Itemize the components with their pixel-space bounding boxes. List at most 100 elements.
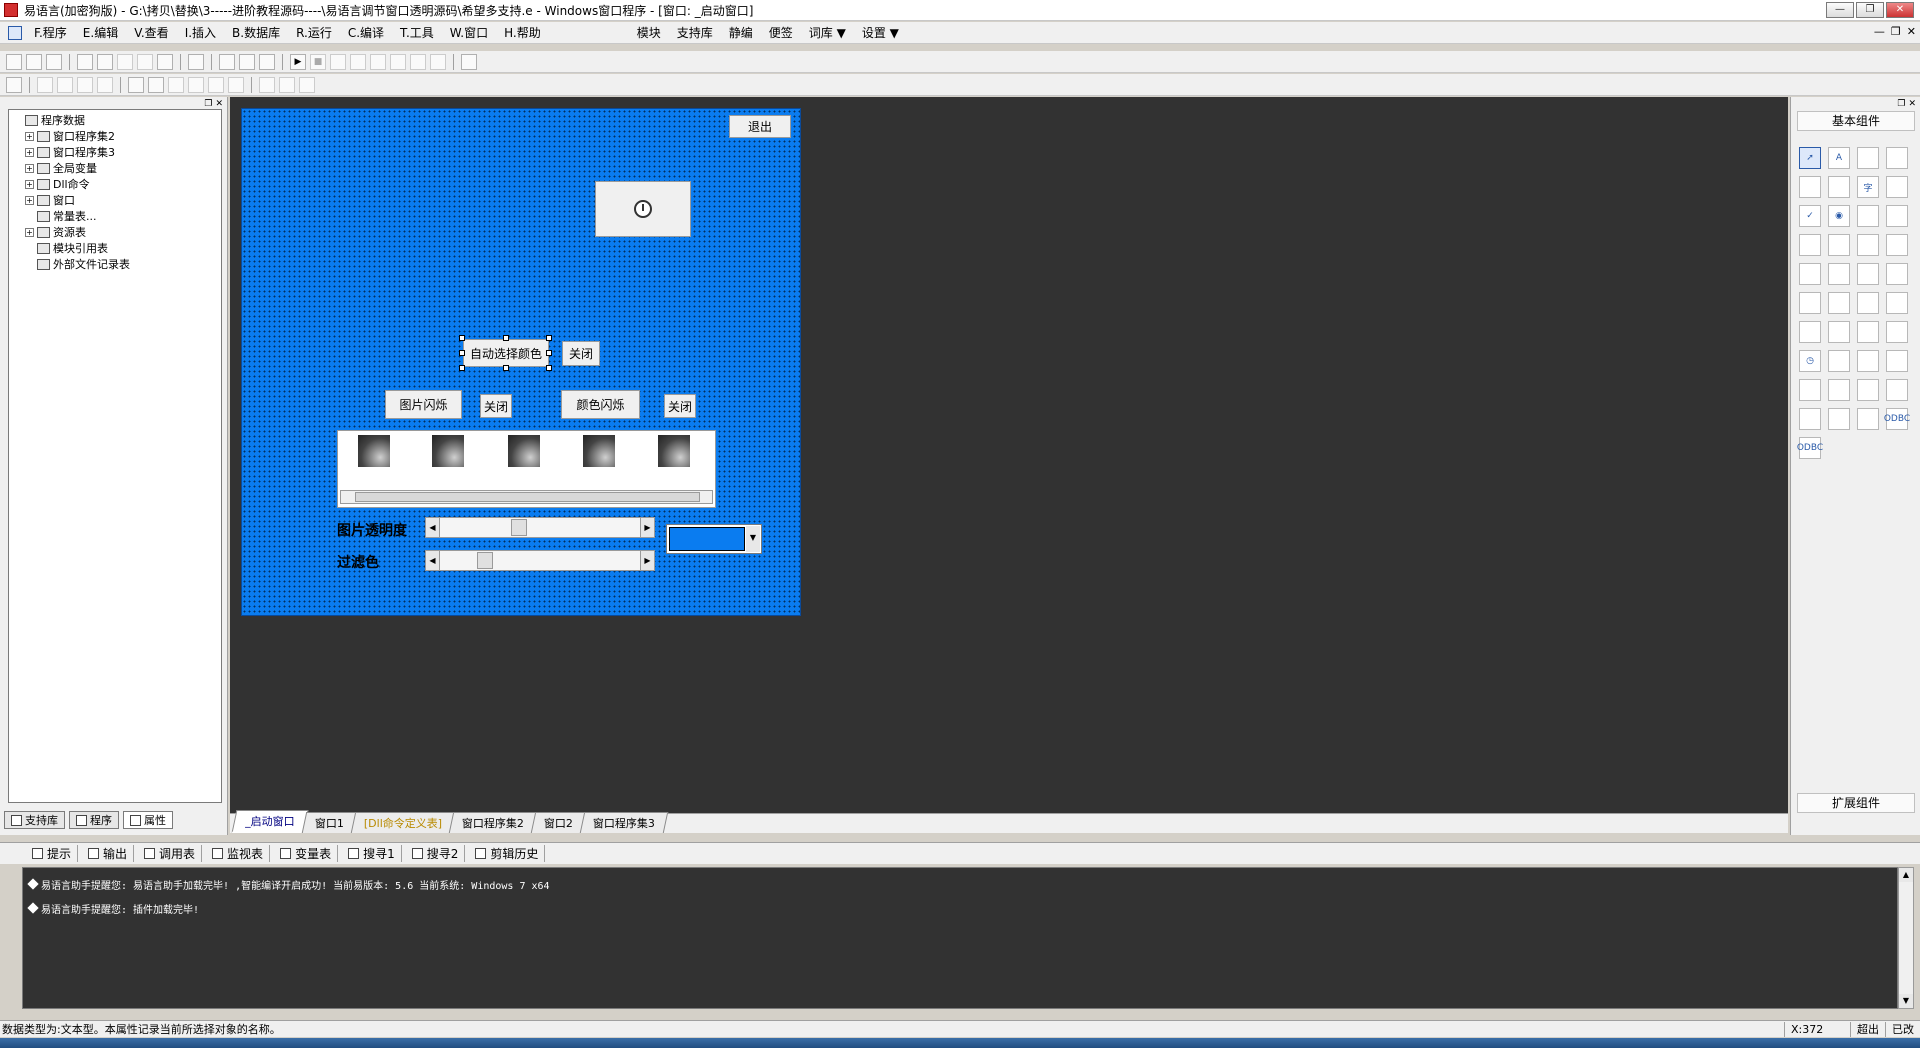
data-report-icon[interactable] (1857, 350, 1879, 372)
align-bottom-icon[interactable] (97, 76, 113, 93)
tab-variables[interactable]: 变量表 (274, 845, 339, 862)
save-icon[interactable] (46, 53, 62, 70)
image-thumbnail[interactable] (658, 435, 690, 467)
scrollbar-thumb[interactable] (355, 492, 700, 502)
window-form-designer[interactable]: 退出 自动选择颜色 关闭 图片闪烁 关闭 颜色闪烁 关闭 图片透明度 ◀ ▶ ▼… (241, 108, 801, 616)
adjuster-icon[interactable] (1857, 321, 1879, 343)
menu-static-compile[interactable]: 静编 (721, 24, 761, 41)
step-into-icon[interactable] (330, 53, 346, 70)
filter-color-slider[interactable]: ◀ ▶ (425, 550, 655, 571)
close-button-2[interactable]: 关闭 (480, 394, 512, 418)
tab-search1[interactable]: 搜寻1 (342, 845, 402, 862)
stop-icon[interactable]: ■ (310, 53, 326, 70)
color-picker-icon[interactable] (1799, 321, 1821, 343)
auto-select-color-button[interactable]: 自动选择颜色 (463, 339, 549, 367)
folder-box-icon[interactable] (1857, 292, 1879, 314)
pointer-icon[interactable]: ➚ (1799, 147, 1821, 169)
slider-right-arrow-icon[interactable]: ▶ (640, 518, 654, 537)
step-out-icon[interactable] (370, 53, 386, 70)
run-to-cursor-icon[interactable] (390, 53, 406, 70)
combo-box-icon[interactable] (1886, 205, 1908, 227)
tab-window-assembly2[interactable]: 窗口程序集2 (448, 812, 537, 833)
tab-call-stack[interactable]: 调用表 (138, 845, 203, 862)
layout-bottom-icon[interactable] (239, 53, 255, 70)
tab-start-window[interactable]: _启动窗口 (231, 810, 308, 833)
general-dialog-icon[interactable] (1886, 321, 1908, 343)
tab-window1[interactable]: 窗口1 (301, 812, 357, 833)
tree-item[interactable]: 模块引用表 (13, 240, 217, 256)
tab-search2[interactable]: 搜寻2 (406, 845, 466, 862)
cut-icon[interactable] (77, 53, 93, 70)
slider-left-arrow-icon[interactable]: ◀ (426, 518, 440, 537)
chevron-down-icon[interactable]: ▼ (746, 526, 760, 552)
selection-handle[interactable] (503, 335, 509, 341)
frame-icon[interactable] (1828, 263, 1850, 285)
tab-properties[interactable]: 属性 (123, 811, 173, 829)
serial-port-icon[interactable] (1857, 379, 1879, 401)
filter-slider-knob[interactable] (477, 552, 493, 569)
expand-icon[interactable]: + (25, 147, 34, 157)
socket-icon[interactable] (1886, 350, 1908, 372)
menu-module[interactable]: 模块 (629, 24, 669, 41)
layout-right-icon[interactable] (259, 53, 275, 70)
tab-output[interactable]: 输出 (82, 845, 135, 862)
panel-restore-icon[interactable]: ❐ (204, 99, 212, 109)
space-horizontal-icon[interactable] (228, 76, 244, 93)
text-icon[interactable]: 字 (1857, 176, 1879, 198)
timer-icon[interactable]: ◷ (1799, 350, 1821, 372)
mdi-restore-button[interactable]: ❐ (1891, 25, 1901, 38)
database-provider-icon[interactable] (1799, 408, 1821, 430)
printer-icon[interactable] (1828, 350, 1850, 372)
opacity-slider[interactable]: ◀ ▶ (425, 517, 655, 538)
send-back-icon[interactable] (299, 76, 315, 93)
layout-left-icon[interactable] (219, 53, 235, 70)
image-list-box[interactable] (337, 430, 716, 508)
expand-icon[interactable]: + (25, 227, 34, 237)
step-over-icon[interactable] (350, 53, 366, 70)
tab-clipboard-history[interactable]: 剪辑历史 (469, 845, 546, 862)
color-picker[interactable]: ▼ (666, 524, 762, 554)
exit-button[interactable]: 退出 (729, 115, 791, 138)
menu-notes[interactable]: 便签 (761, 24, 801, 41)
image-thumbnail[interactable] (583, 435, 615, 467)
mdi-minimize-button[interactable]: — (1874, 25, 1885, 38)
selection-handle[interactable] (546, 335, 552, 341)
shape-icon[interactable] (1886, 147, 1908, 169)
same-width-icon[interactable] (168, 76, 184, 93)
chart-icon[interactable] (1857, 408, 1879, 430)
selection-handle[interactable] (503, 365, 509, 371)
selection-handle[interactable] (546, 350, 552, 356)
hscrollbar-icon[interactable] (1828, 234, 1850, 256)
output-scrollbar[interactable]: ▲ ▼ (1898, 867, 1914, 1009)
vslider-icon[interactable] (1857, 263, 1879, 285)
radio-icon[interactable]: ◉ (1828, 205, 1850, 227)
center-horizontal-icon[interactable] (128, 76, 144, 93)
compile-icon[interactable] (461, 53, 477, 70)
restore-button[interactable]: ❐ (1856, 2, 1884, 18)
grid-icon[interactable] (6, 76, 22, 93)
extended-components-footer[interactable]: 扩展组件 (1797, 793, 1915, 813)
menu-edit[interactable]: E.编辑 (75, 24, 126, 41)
odbc-source-icon[interactable]: ODBC (1797, 437, 1823, 459)
basic-components-header[interactable]: 基本组件 (1797, 111, 1915, 131)
tab-watch[interactable]: 监视表 (206, 845, 271, 862)
tree-item[interactable]: + 窗口程序集2 (13, 128, 217, 144)
redo-icon[interactable] (137, 53, 153, 70)
menu-view[interactable]: V.查看 (126, 24, 176, 41)
grid-list-icon[interactable] (1799, 234, 1821, 256)
tab-dll-commands[interactable]: [Dll命令定义表] (350, 812, 455, 833)
tree-item[interactable]: + 窗口程序集3 (13, 144, 217, 160)
scroll-up-icon[interactable]: ▲ (1899, 868, 1913, 882)
undo-icon[interactable] (157, 53, 173, 70)
copy-icon[interactable] (97, 53, 113, 70)
image-flash-button[interactable]: 图片闪烁 (385, 390, 462, 419)
expand-icon[interactable]: + (25, 195, 34, 205)
close-button[interactable]: ✕ (1886, 2, 1914, 18)
close-button-1[interactable]: 关闭 (562, 341, 600, 366)
menu-tools[interactable]: T.工具 (392, 24, 442, 41)
checkbox-icon[interactable]: ✓ (1799, 205, 1821, 227)
menu-database[interactable]: B.数据库 (224, 24, 288, 41)
tree-item[interactable]: 外部文件记录表 (13, 256, 217, 272)
align-right-icon[interactable] (57, 76, 73, 93)
progress-icon[interactable] (1886, 234, 1908, 256)
